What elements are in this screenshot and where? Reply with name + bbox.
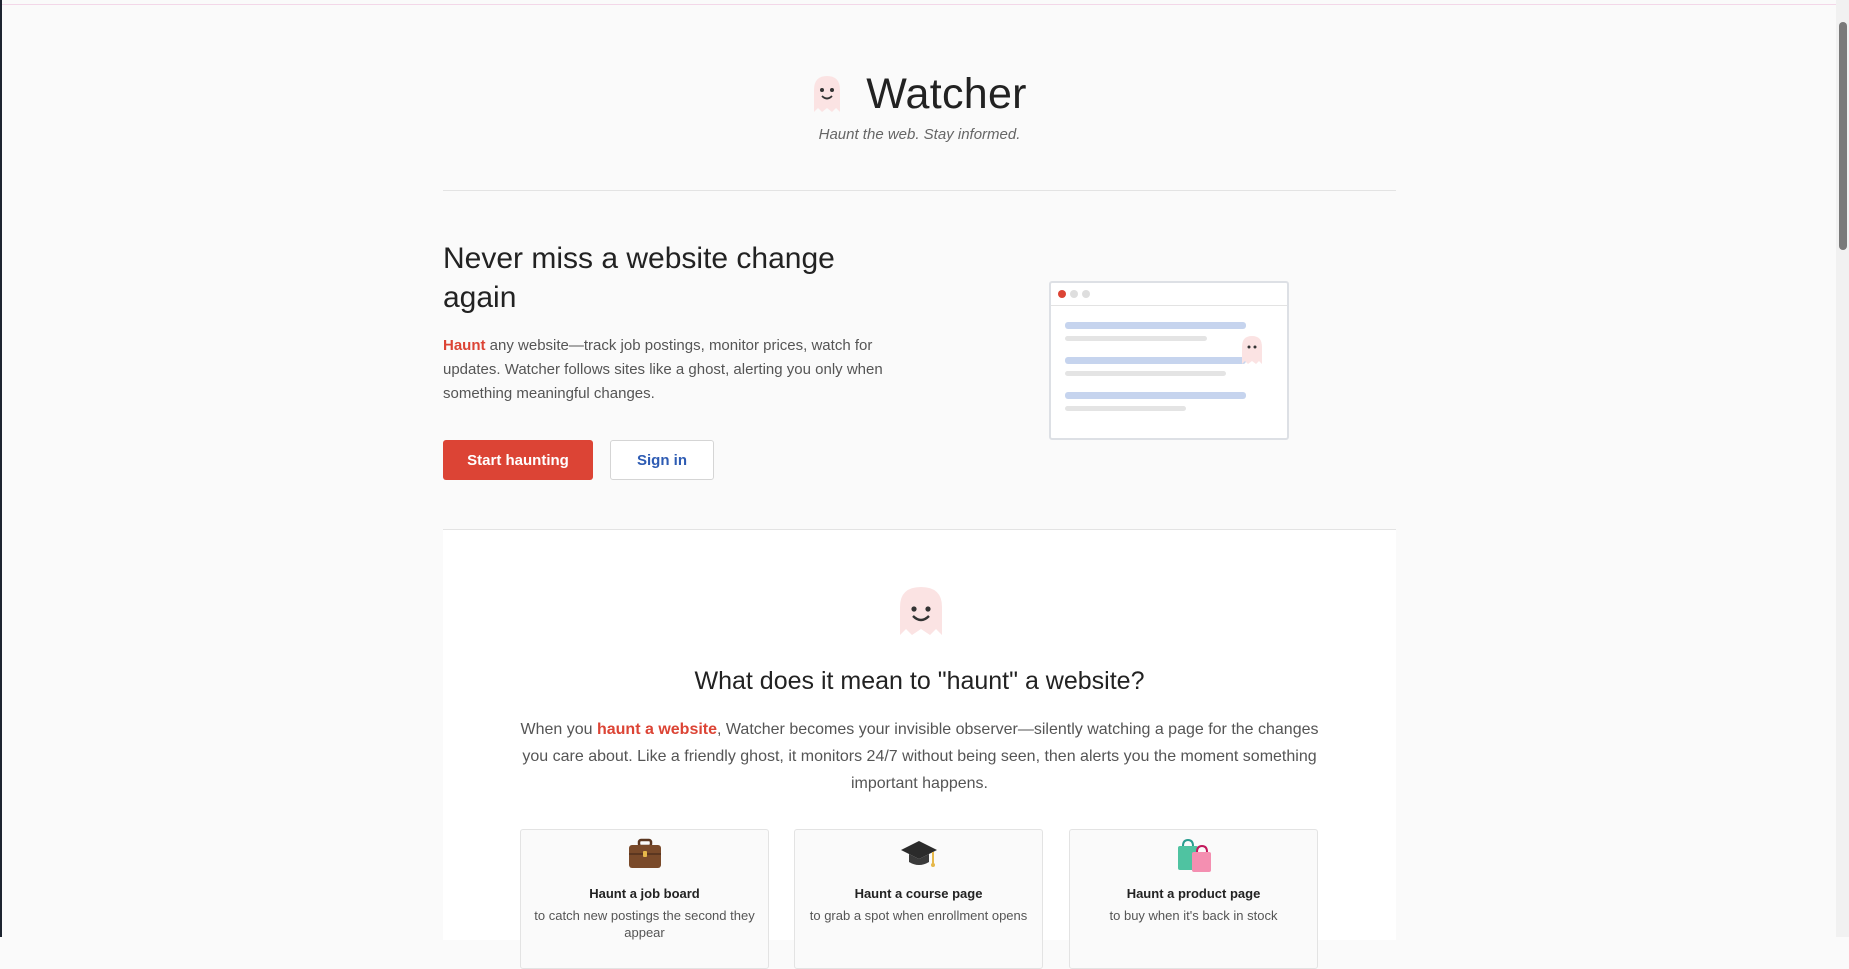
- content-line: [1065, 322, 1246, 329]
- browser-illustration: [1049, 281, 1289, 440]
- card-description: to grab a spot when enrollment opens: [809, 908, 1028, 923]
- site-header: Watcher Haunt the web. Stay informed.: [443, 0, 1396, 191]
- window-edge: [0, 0, 2, 937]
- explainer-title: What does it mean to "haunt" a website?: [694, 667, 1145, 695]
- feature-card-course-page: Haunt a course page to grab a spot when …: [794, 829, 1043, 969]
- hero-desc-text: any website—track job postings, monitor …: [443, 337, 883, 402]
- start-haunting-button[interactable]: Start haunting: [443, 440, 593, 480]
- shopping-bags-icon: [1070, 838, 1317, 878]
- content-line: [1065, 371, 1226, 376]
- brand-name: Watcher: [866, 69, 1027, 118]
- card-title: Haunt a course page: [854, 886, 983, 901]
- explainer-text-start: When you: [520, 721, 597, 738]
- window-dot-red: [1058, 290, 1066, 298]
- ghost-icon: [1242, 336, 1262, 364]
- hero-section: Never miss a website change again Haunt …: [443, 191, 1396, 530]
- card-title: Haunt a product page: [1126, 886, 1261, 901]
- briefcase-icon: [521, 838, 768, 878]
- page-container: Watcher Haunt the web. Stay informed. Ne…: [443, 0, 1396, 969]
- content-line: [1065, 336, 1207, 341]
- scrollbar-thumb[interactable]: [1839, 22, 1847, 250]
- explainer-text-accent: haunt a website: [596, 721, 718, 738]
- tagline: Haunt the web. Stay informed.: [818, 126, 1021, 143]
- window-dot-gray: [1070, 290, 1078, 298]
- content-line: [1065, 406, 1186, 411]
- graduation-cap-icon: [795, 838, 1042, 878]
- feature-card-product-page: Haunt a product page to buy when it's ba…: [1069, 829, 1318, 969]
- sign-in-button[interactable]: Sign in: [610, 440, 714, 480]
- browser-titlebar: [1051, 283, 1287, 306]
- hero-title: Never miss a website change again: [443, 242, 835, 314]
- explainer-text: When you haunt a website, Watcher become…: [513, 716, 1326, 797]
- content-line: [1065, 392, 1246, 399]
- scrollbar[interactable]: [1836, 0, 1849, 937]
- card-description: to buy when it's back in stock: [1109, 908, 1278, 923]
- hero-description: Haunt any website—track job postings, mo…: [443, 334, 893, 406]
- content-line: [1065, 357, 1246, 364]
- hero-desc-accent: Haunt: [443, 337, 486, 354]
- explainer-section: What does it mean to "haunt" a website? …: [443, 530, 1396, 969]
- window-dot-gray: [1082, 290, 1090, 298]
- card-description: to catch new postings the second they ap…: [534, 908, 755, 940]
- ghost-icon: [900, 587, 942, 635]
- brand[interactable]: Watcher: [443, 68, 1396, 120]
- feature-card-job-board: Haunt a job board to catch new postings …: [520, 829, 769, 969]
- card-title: Haunt a job board: [589, 886, 700, 901]
- ghost-icon: [814, 76, 841, 112]
